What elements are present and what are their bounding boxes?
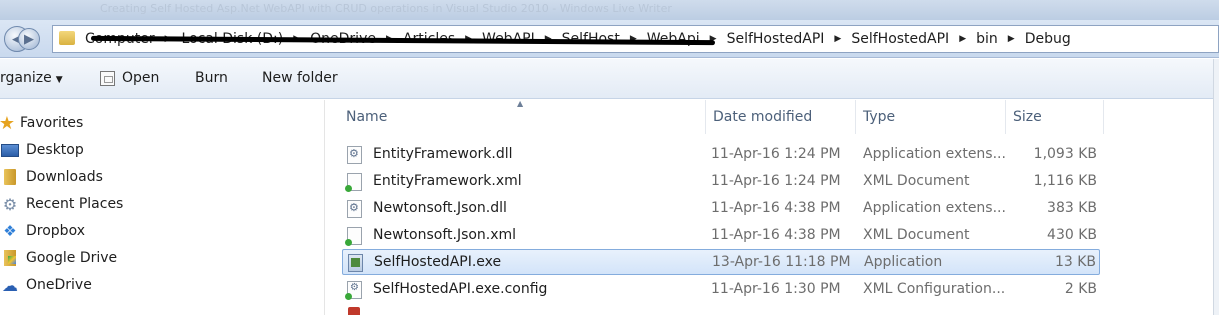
file-type: Application [864, 254, 943, 270]
column-header-date[interactable]: Date modified [706, 100, 856, 134]
burn-button[interactable]: Burn [195, 70, 228, 86]
file-name: SelfHostedAPI.exe [374, 254, 502, 270]
desktop-icon [0, 141, 20, 159]
organize-button[interactable]: rganize ▼ [0, 70, 63, 86]
open-icon [100, 70, 115, 86]
nav-item-dropbox[interactable]: ❖ Dropbox [0, 219, 85, 243]
dll-file-icon [347, 200, 362, 218]
file-date: 11-Apr-16 1:30 PM [711, 281, 841, 297]
xml-file-icon [345, 227, 362, 246]
file-size: 1,093 KB [1033, 146, 1097, 162]
open-button[interactable]: Open [100, 70, 159, 86]
file-name: Newtonsoft.Json.dll [373, 200, 507, 216]
file-type: XML Document [863, 173, 970, 189]
nav-item-favorites[interactable]: ★ Favorites [0, 111, 83, 135]
nav-item-label: Downloads [26, 169, 103, 185]
file-name: EntityFramework.xml [373, 173, 522, 189]
nav-item-label: Google Drive [26, 250, 118, 266]
address-row: ◀ ▶ Computer▶ Local Disk (D:)▶ OneDrive▶… [0, 20, 1219, 58]
column-header-type[interactable]: Type [856, 100, 1006, 134]
exe-file-icon [348, 254, 363, 272]
file-row[interactable]: Newtonsoft.Json.dll 11-Apr-16 4:38 PM Ap… [342, 196, 1100, 222]
nav-item-onedrive[interactable]: ☁ OneDrive [0, 273, 92, 297]
address-bar[interactable]: Computer▶ Local Disk (D:)▶ OneDrive▶ Art… [52, 25, 1219, 53]
onedrive-icon: ☁ [2, 275, 18, 295]
dropbox-icon: ❖ [3, 222, 17, 240]
google-drive-icon [0, 249, 20, 267]
file-date: 11-Apr-16 1:24 PM [711, 173, 841, 189]
nav-item-recent-places[interactable]: ⚙ Recent Places [0, 192, 124, 216]
new-folder-button[interactable]: New folder [262, 70, 338, 86]
organize-label: rganize [0, 70, 52, 86]
breadcrumb-item[interactable]: bin [976, 31, 998, 47]
column-header-label: Date modified [713, 109, 813, 125]
file-row[interactable]: Newtonsoft.Json.xml 11-Apr-16 4:38 PM XM… [342, 223, 1100, 249]
file-date: 11-Apr-16 1:24 PM [711, 146, 841, 162]
dll-file-icon [347, 146, 362, 164]
file-row[interactable]: EntityFramework.xml 11-Apr-16 1:24 PM XM… [342, 169, 1100, 195]
file-size: 1,116 KB [1033, 173, 1097, 189]
nav-item-label: Desktop [26, 142, 84, 158]
nav-item-desktop[interactable]: Desktop [0, 138, 84, 162]
command-bar: rganize ▼ Open Burn New folder [0, 59, 1219, 99]
xml-file-icon [345, 173, 362, 192]
nav-item-downloads[interactable]: Downloads [0, 165, 103, 189]
forward-arrow-icon: ▶ [24, 31, 34, 47]
downloads-folder-icon [0, 168, 20, 186]
breadcrumb-item[interactable]: SelfHostedAPI [851, 31, 949, 47]
file-size: 13 KB [1054, 254, 1096, 270]
open-label: Open [122, 70, 160, 86]
file-date: 13-Apr-16 11:18 PM [712, 254, 851, 270]
folder-icon [59, 31, 75, 45]
file-date: 11-Apr-16 4:38 PM [711, 227, 841, 243]
breadcrumb-separator-icon[interactable]: ▶ [959, 34, 966, 44]
file-row[interactable]: EntityFramework.dll 11-Apr-16 1:24 PM Ap… [342, 142, 1100, 168]
column-header-name[interactable]: Name [338, 100, 706, 134]
breadcrumb-item[interactable]: SelfHostedAPI [727, 31, 825, 47]
nav-item-label: Favorites [20, 115, 84, 131]
nav-item-label: OneDrive [26, 277, 92, 293]
window-title: Creating Self Hosted Asp.Net WebAPI with… [100, 2, 672, 15]
file-type: XML Document [863, 227, 970, 243]
recent-places-icon: ⚙ [2, 194, 18, 214]
column-header-size[interactable]: Size [1006, 100, 1104, 134]
chevron-down-icon: ▼ [55, 75, 63, 85]
file-size: 2 KB [1064, 281, 1097, 297]
nav-item-label: Recent Places [26, 196, 124, 212]
nav-item-google-drive[interactable]: Google Drive [0, 246, 117, 270]
config-file-icon [345, 281, 362, 300]
file-name: Newtonsoft.Json.xml [373, 227, 517, 243]
column-header-label: Size [1013, 109, 1042, 125]
file-row-selected[interactable]: SelfHostedAPI.exe 13-Apr-16 11:18 PM App… [342, 249, 1100, 275]
forward-button[interactable]: ▶ [18, 28, 40, 50]
star-icon: ★ [0, 112, 16, 134]
breadcrumb-item[interactable]: Debug [1025, 31, 1071, 47]
column-header-label: Type [863, 109, 896, 125]
file-type: Application extens... [863, 146, 1006, 162]
file-size: 383 KB [1047, 200, 1097, 216]
breadcrumb-separator-icon[interactable]: ▶ [834, 34, 841, 44]
file-size: 430 KB [1047, 227, 1097, 243]
partial-file-icon [348, 307, 360, 315]
file-name: SelfHostedAPI.exe.config [373, 281, 548, 297]
title-bar: Creating Self Hosted Asp.Net WebAPI with… [0, 0, 1219, 20]
file-type: XML Configuration... [863, 281, 1006, 297]
column-header-label: Name [346, 109, 388, 125]
breadcrumb-separator-icon[interactable]: ▶ [1008, 34, 1015, 44]
nav-item-label: Dropbox [26, 223, 85, 239]
file-date: 11-Apr-16 4:38 PM [711, 200, 841, 216]
file-name: EntityFramework.dll [373, 146, 513, 162]
file-row[interactable]: SelfHostedAPI.exe.config 11-Apr-16 1:30 … [342, 277, 1100, 303]
file-type: Application extens... [863, 200, 1006, 216]
window-edge [1213, 59, 1219, 315]
